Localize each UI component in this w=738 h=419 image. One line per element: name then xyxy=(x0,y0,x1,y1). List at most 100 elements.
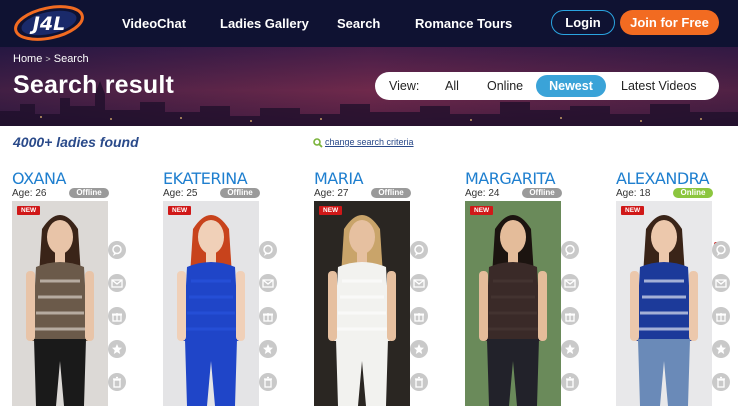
change-search-criteria-link[interactable]: change search criteria xyxy=(313,137,414,148)
card-actions xyxy=(712,241,730,406)
portrait-image xyxy=(163,201,259,406)
nav-romance-tours[interactable]: Romance Tours xyxy=(415,16,512,31)
lady-card: MARGARITA Age: 24 Offline NEW xyxy=(465,169,590,419)
chat-icon xyxy=(716,244,726,256)
trash-icon xyxy=(566,376,574,388)
chat-button[interactable] xyxy=(410,241,428,259)
nav-ladies-gallery[interactable]: Ladies Gallery xyxy=(220,16,309,31)
star-icon xyxy=(414,344,424,354)
portrait-image xyxy=(465,201,561,406)
trash-icon xyxy=(113,376,121,388)
new-badge: NEW xyxy=(17,206,41,215)
gift-icon xyxy=(263,313,273,322)
star-button[interactable] xyxy=(259,340,277,358)
mail-button[interactable] xyxy=(259,274,277,292)
lady-card: ALEXANDRA Age: 18 Online NEW xyxy=(616,169,738,419)
nav-search[interactable]: Search xyxy=(337,16,380,31)
card-actions xyxy=(108,241,126,406)
new-badge: NEW xyxy=(168,206,192,215)
mail-icon xyxy=(715,279,727,288)
chat-button[interactable] xyxy=(561,241,579,259)
gift-button[interactable] xyxy=(108,307,126,325)
lady-photo[interactable]: NEW xyxy=(616,201,712,406)
portrait-image xyxy=(314,201,410,406)
magnifier-icon xyxy=(313,137,323,148)
lady-name[interactable]: MARIA xyxy=(314,169,364,188)
lady-card: EKATERINA Age: 25 Offline NEW xyxy=(163,169,288,419)
mail-icon xyxy=(413,279,425,288)
new-badge: NEW xyxy=(621,206,645,215)
top-navbar: J4L VideoChat Ladies Gallery Search Roma… xyxy=(0,0,738,47)
mail-button[interactable] xyxy=(712,274,730,292)
trash-button[interactable] xyxy=(259,373,277,391)
trash-button[interactable] xyxy=(561,373,579,391)
breadcrumb-separator: > xyxy=(45,54,51,64)
portrait-image xyxy=(12,201,108,406)
view-option-online[interactable]: Online xyxy=(487,79,523,93)
star-button[interactable] xyxy=(108,340,126,358)
login-button[interactable]: Login xyxy=(551,10,615,35)
status-badge: Offline xyxy=(522,188,562,198)
card-actions xyxy=(561,241,579,406)
view-option-newest[interactable]: Newest xyxy=(536,75,606,97)
svg-text:J4L: J4L xyxy=(29,13,65,35)
star-button[interactable] xyxy=(561,340,579,358)
breadcrumb: Home > Search xyxy=(13,53,89,65)
lady-age: Age: 24 xyxy=(465,188,500,199)
trash-icon xyxy=(264,376,272,388)
join-button[interactable]: Join for Free xyxy=(620,10,719,35)
chat-icon xyxy=(414,244,424,256)
mail-icon xyxy=(564,279,576,288)
lady-photo[interactable]: NEW xyxy=(465,201,561,406)
lady-card: MARIA Age: 27 Offline NEW xyxy=(314,169,439,419)
star-icon xyxy=(112,344,122,354)
criteria-link-text: change search criteria xyxy=(325,137,414,147)
status-badge: Online xyxy=(673,188,713,198)
gift-button[interactable] xyxy=(259,307,277,325)
chat-icon xyxy=(112,244,122,256)
view-option-latest-videos[interactable]: Latest Videos xyxy=(621,79,697,93)
mail-button[interactable] xyxy=(410,274,428,292)
gift-icon xyxy=(716,313,726,322)
chat-button[interactable] xyxy=(712,241,730,259)
lady-name[interactable]: EKATERINA xyxy=(163,169,248,188)
star-icon xyxy=(263,344,273,354)
nav-videochat[interactable]: VideoChat xyxy=(122,16,186,31)
mail-button[interactable] xyxy=(108,274,126,292)
trash-button[interactable] xyxy=(410,373,428,391)
star-button[interactable] xyxy=(712,340,730,358)
star-icon xyxy=(716,344,726,354)
portrait-image xyxy=(616,201,712,406)
gift-icon xyxy=(414,313,424,322)
lady-photo[interactable]: NEW xyxy=(12,201,108,406)
mail-button[interactable] xyxy=(561,274,579,292)
trash-button[interactable] xyxy=(108,373,126,391)
gift-button[interactable] xyxy=(712,307,730,325)
star-button[interactable] xyxy=(410,340,428,358)
star-icon xyxy=(565,344,575,354)
view-option-all[interactable]: All xyxy=(445,79,459,93)
chat-button[interactable] xyxy=(108,241,126,259)
gift-button[interactable] xyxy=(410,307,428,325)
lady-name[interactable]: OXANA xyxy=(12,169,66,188)
lady-age: Age: 27 xyxy=(314,188,349,199)
chat-icon xyxy=(565,244,575,256)
gift-button[interactable] xyxy=(561,307,579,325)
lady-name[interactable]: MARGARITA xyxy=(465,169,556,188)
lady-card: OXANA Age: 26 Offline NEW xyxy=(12,169,137,419)
lady-photo[interactable]: NEW xyxy=(163,201,259,406)
breadcrumb-home[interactable]: Home xyxy=(13,53,42,65)
lady-age: Age: 25 xyxy=(163,188,198,199)
lady-age: Age: 18 xyxy=(616,188,651,199)
status-badge: Offline xyxy=(69,188,109,198)
card-actions xyxy=(410,241,428,406)
lady-photo[interactable]: NEW xyxy=(314,201,410,406)
breadcrumb-current: Search xyxy=(53,53,89,65)
site-logo[interactable]: J4L xyxy=(12,4,86,42)
trash-button[interactable] xyxy=(712,373,730,391)
chat-button[interactable] xyxy=(259,241,277,259)
lady-name[interactable]: ALEXANDRA xyxy=(616,169,710,188)
mail-icon xyxy=(262,279,274,288)
lady-age: Age: 26 xyxy=(12,188,47,199)
view-label: View: xyxy=(389,79,420,93)
